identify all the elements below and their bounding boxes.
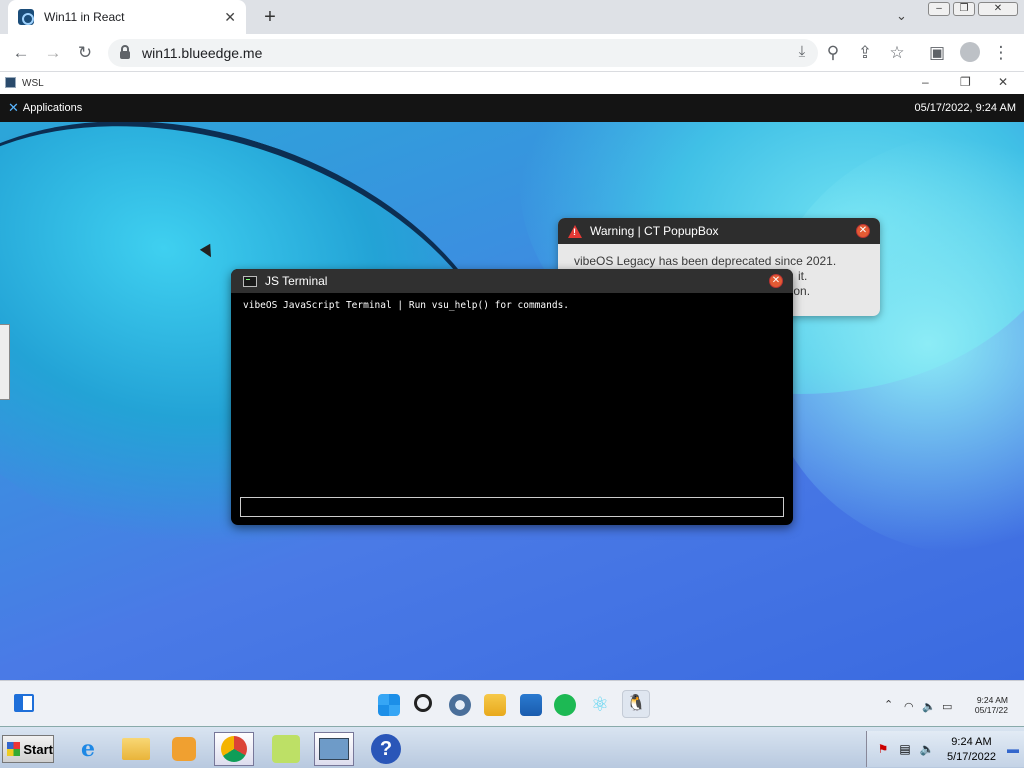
file-explorer-icon[interactable] [484,694,506,716]
wsl-window-titlebar: WSL – ❐ ✕ [0,72,1024,94]
panel-clock: 05/17/2022, 9:24 AM [914,102,1016,114]
bookmark-star-icon[interactable]: ☆ [886,42,908,64]
terminal-command-input[interactable] [240,497,784,517]
widgets-icon[interactable] [14,694,34,712]
win11-time: 9:24 AM [976,695,1008,705]
wsl-maximize-icon[interactable]: ❐ [960,75,971,89]
browser-tab-strip: Win11 in React ✕ + ⌄ – ❐ ✕ [0,0,1024,34]
vibeos-desktop[interactable]: ✕ Applications 05/17/2022, 9:24 AM Warni… [0,94,1024,686]
help-icon[interactable]: ? [366,732,406,766]
reload-icon[interactable]: ↻ [74,42,96,64]
react-icon[interactable]: ⚛ [589,694,611,716]
url-text: win11.blueedge.me [142,45,263,61]
host-taskbar: Start e ? ⚑ ▤ 🔈 9:24 AM 5/17/2022 ▬ [0,726,1024,768]
wifi-icon[interactable]: ◠ [904,700,914,713]
wsl-close-icon[interactable]: ✕ [998,75,1008,89]
media-player-icon[interactable] [164,732,204,766]
volume-icon[interactable]: 🔈 [922,700,936,713]
wsl-window-icon [5,77,16,88]
new-tab-button[interactable]: + [258,6,282,29]
start-label: Start [23,741,53,757]
internet-explorer-icon[interactable]: e [68,732,108,766]
terminal-titlebar[interactable]: JS Terminal [231,269,793,293]
popup-title: Warning | CT PopupBox [590,224,719,238]
js-terminal-window: JS Terminal ✕ vibeOS JavaScript Terminal… [231,269,793,525]
side-drawer-handle[interactable] [0,324,10,400]
popup-line: vibeOS Legacy has been deprecated since … [574,254,837,268]
win11-clock[interactable]: 9:24 AM 05/17/22 [964,695,1008,715]
back-icon[interactable]: ← [10,42,32,64]
applications-menu[interactable]: Applications [23,102,82,114]
close-window-icon[interactable]: ✕ [978,2,1018,16]
action-center-flag-icon[interactable]: ⚑ [875,741,891,757]
chevron-up-icon[interactable]: ⌃ [884,698,893,711]
tab-title: Win11 in React [44,10,125,24]
win11-date: 05/17/22 [974,705,1008,715]
host-time: 9:24 AM [951,736,992,748]
tab-search-icon[interactable]: ⌄ [896,8,907,24]
wsl-minimize-icon[interactable]: – [922,75,929,89]
speaker-icon[interactable]: 🔈 [919,741,935,757]
windows-flag-icon [7,742,21,756]
start-button[interactable]: Start [2,735,54,763]
warning-icon [568,224,582,238]
wsl-penguin-icon[interactable]: 🐧 [622,690,650,718]
host-date: 5/17/2022 [947,751,996,763]
lock-icon [120,45,130,59]
popup-close-icon[interactable]: ✕ [856,224,870,238]
terminal-icon [243,275,257,287]
terminal-title: JS Terminal [265,274,328,288]
restore-icon[interactable]: ❐ [953,2,975,16]
host-clock[interactable]: 9:24 AM 5/17/2022 [947,735,996,765]
battery-icon[interactable]: ▭ [942,700,952,713]
chrome-icon[interactable] [214,732,254,766]
address-bar[interactable]: win11.blueedge.me [108,39,818,67]
terminal-output: vibeOS JavaScript Terminal | Run vsu_hel… [243,300,570,311]
bird-app-icon[interactable] [266,732,306,766]
zoom-icon[interactable]: ⚲ [822,42,844,64]
xfce-logo-icon: ✕ [8,100,19,115]
browser-toolbar: ← → ↻ win11.blueedge.me ⤓ ⚲ ⇪ ☆ ▣ ⋮ [0,34,1024,72]
spotify-icon[interactable] [554,694,576,716]
share-icon[interactable]: ⇪ [854,42,876,64]
show-desktop-icon[interactable]: ▬ [1005,741,1021,757]
tab-close-icon[interactable]: ✕ [224,9,236,26]
settings-gear-icon[interactable] [449,694,471,716]
system-tray: ⚑ ▤ 🔈 9:24 AM 5/17/2022 ▬ [866,731,1024,767]
wsl-window-title: WSL [22,77,44,89]
profile-avatar-icon[interactable] [960,42,980,62]
terminal-close-icon[interactable]: ✕ [769,274,783,288]
win11-start-icon[interactable] [378,694,400,716]
install-app-icon[interactable]: ⤓ [792,43,812,60]
forward-icon[interactable]: → [42,42,64,64]
win11-taskbar: ⚛ 🐧 ⌃ ◠ 🔈 ▭ 9:24 AM 05/17/22 [0,680,1024,726]
react-favicon-icon [18,9,34,25]
side-panel-icon[interactable]: ▣ [926,42,948,64]
folder-icon[interactable] [116,732,156,766]
menu-kebab-icon[interactable]: ⋮ [990,42,1012,64]
minimize-icon[interactable]: – [928,2,950,16]
search-icon[interactable] [414,694,432,712]
popup-titlebar[interactable]: Warning | CT PopupBox [558,218,880,244]
store-icon[interactable] [520,694,542,716]
remote-desktop-icon[interactable] [314,732,354,766]
browser-tab[interactable]: Win11 in React ✕ [8,0,246,34]
network-icon[interactable]: ▤ [897,741,913,757]
desktop-top-panel: ✕ Applications 05/17/2022, 9:24 AM [0,94,1024,122]
